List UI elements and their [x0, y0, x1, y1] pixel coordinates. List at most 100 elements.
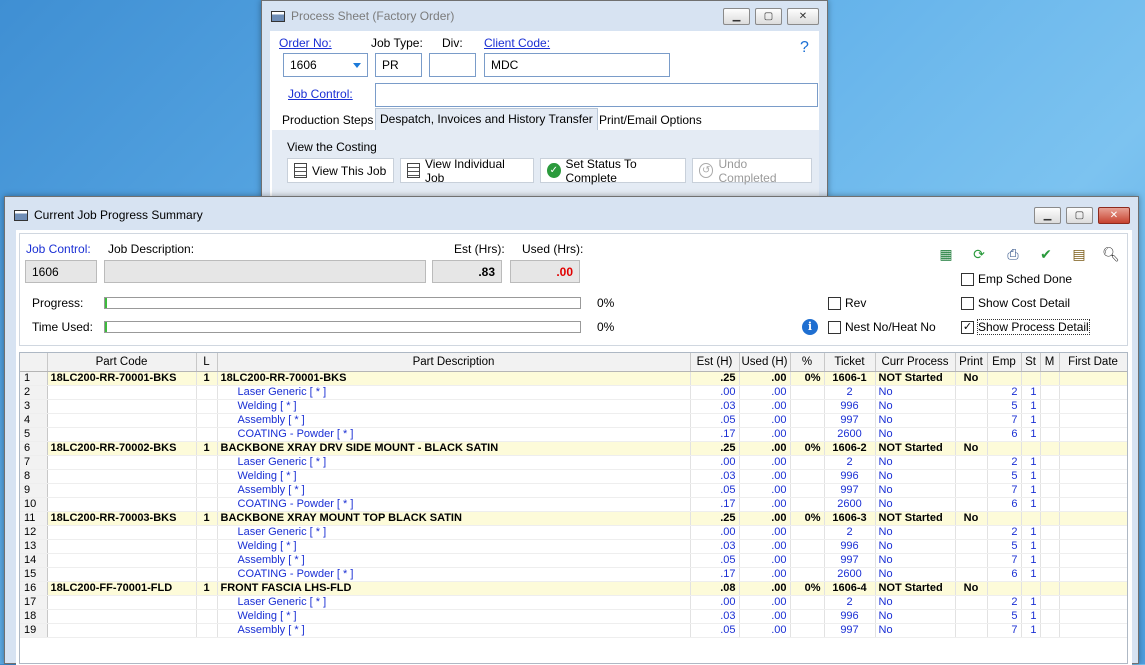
cell-used[interactable]: .00 [739, 399, 791, 414]
cell-l[interactable]: 1 [196, 371, 218, 386]
cell-l[interactable] [196, 525, 218, 540]
cell-used[interactable]: .00 [739, 567, 791, 582]
cell-part-code[interactable]: 18LC200-RR-70002-BKS [47, 441, 197, 456]
cell-st[interactable]: 1 [1021, 525, 1041, 540]
cell-m[interactable] [1040, 623, 1060, 638]
cell-percent[interactable]: 0% [790, 371, 825, 386]
table-row-process[interactable]: 15 COATING - Powder [ * ] .17.00 2600 No 6 1 [20, 567, 1127, 582]
cell-used[interactable]: .00 [739, 413, 791, 428]
table-row-process[interactable]: 9 Assembly [ * ] .05.00 997 No 7 1 [20, 483, 1127, 498]
cell-curr-process[interactable]: No [875, 497, 956, 512]
col-header-part-code[interactable]: Part Code [47, 353, 197, 372]
cell-st[interactable]: 1 [1021, 609, 1041, 624]
cell-part-description[interactable]: Welding [ * ] [217, 539, 691, 554]
tab-print-email[interactable]: Print/Email Options [595, 110, 706, 130]
cell-part-code[interactable]: 18LC200-FF-70001-FLD [47, 581, 197, 596]
cell-print[interactable] [955, 469, 988, 484]
cell-curr-process[interactable]: No [875, 553, 956, 568]
cell-first-date[interactable] [1059, 371, 1127, 386]
table-row-process[interactable]: 13 Welding [ * ] .03.00 996 No 5 1 [20, 539, 1127, 554]
cell-ticket[interactable]: 2 [824, 455, 876, 470]
cell-ticket[interactable]: 996 [824, 399, 876, 414]
cell-l[interactable] [196, 455, 218, 470]
view-individual-job-button[interactable]: View Individual Job [400, 157, 534, 185]
cell-ticket[interactable]: 996 [824, 539, 876, 554]
cell-m[interactable] [1040, 511, 1060, 526]
cell-used[interactable]: .00 [739, 469, 791, 484]
cell-l[interactable]: 1 [196, 511, 218, 526]
cell-curr-process[interactable]: NOT Started [875, 511, 956, 526]
col-header-l[interactable]: L [196, 353, 218, 372]
table-row-process[interactable]: 12 Laser Generic [ * ] .00.00 2 No 2 1 [20, 525, 1127, 540]
cell-used[interactable]: .00 [739, 371, 791, 386]
cell-part-description[interactable]: BACKBONE XRAY DRV SIDE MOUNT - BLACK SAT… [217, 441, 691, 456]
cell-emp[interactable] [987, 371, 1022, 386]
table-row-part[interactable]: 16 18LC200-FF-70001-FLD 1 FRONT FASCIA LHS-… [20, 581, 1127, 596]
cell-print[interactable] [955, 455, 988, 470]
cell-curr-process[interactable]: No [875, 595, 956, 610]
cell-emp[interactable]: 7 [987, 553, 1022, 568]
cell-emp[interactable]: 5 [987, 399, 1022, 414]
cell-est[interactable]: .00 [690, 525, 740, 540]
show-process-detail-checkbox[interactable]: ✓ Show Process Detail [961, 319, 1090, 335]
cell-first-date[interactable] [1059, 623, 1127, 638]
cell-est[interactable]: .17 [690, 567, 740, 582]
cell-ticket[interactable]: 996 [824, 609, 876, 624]
cell-emp[interactable]: 7 [987, 623, 1022, 638]
set-status-complete-button[interactable]: ✓ Set Status To Complete [540, 157, 686, 185]
cell-ticket[interactable]: 2600 [824, 567, 876, 582]
cell-part-code[interactable] [47, 385, 197, 400]
cell-percent[interactable] [790, 413, 825, 428]
cell-part-description[interactable]: Laser Generic [ * ] [217, 455, 691, 470]
table-row-process[interactable]: 17 Laser Generic [ * ] .00.00 2 No 2 1 [20, 595, 1127, 610]
job-progress-titlebar[interactable]: Current Job Progress Summary ▁ ▢ ✕ [5, 197, 1138, 233]
cell-print[interactable] [955, 427, 988, 442]
cell-emp[interactable]: 7 [987, 483, 1022, 498]
cell-used[interactable]: .00 [739, 581, 791, 596]
cell-m[interactable] [1040, 497, 1060, 512]
cell-percent[interactable] [790, 497, 825, 512]
cell-l[interactable] [196, 483, 218, 498]
cell-print[interactable]: No [955, 511, 988, 526]
cell-part-code[interactable] [47, 497, 197, 512]
cell-used[interactable]: .00 [739, 609, 791, 624]
cell-print[interactable]: No [955, 371, 988, 386]
emp-sched-checkbox-box[interactable] [961, 272, 974, 286]
cell-m[interactable] [1040, 553, 1060, 568]
cell-curr-process[interactable]: NOT Started [875, 441, 956, 456]
cell-first-date[interactable] [1059, 581, 1127, 596]
cell-percent[interactable]: 0% [790, 581, 825, 596]
cell-l[interactable] [196, 623, 218, 638]
cell-est[interactable]: .25 [690, 371, 740, 386]
cell-first-date[interactable] [1059, 385, 1127, 400]
cell-est[interactable]: .03 [690, 609, 740, 624]
cell-emp[interactable]: 5 [987, 539, 1022, 554]
cell-percent[interactable] [790, 623, 825, 638]
cell-part-code[interactable] [47, 483, 197, 498]
cell-part-code[interactable] [47, 427, 197, 442]
order-no-dropdown[interactable]: 1606 [283, 53, 368, 77]
job-control-field[interactable] [375, 83, 818, 107]
cell-part-description[interactable]: Assembly [ * ] [217, 413, 691, 428]
cell-percent[interactable] [790, 483, 825, 498]
cell-st[interactable]: 1 [1021, 399, 1041, 414]
cell-print[interactable]: No [955, 581, 988, 596]
cell-used[interactable]: .00 [739, 525, 791, 540]
cell-used[interactable]: .00 [739, 511, 791, 526]
cell-print[interactable] [955, 553, 988, 568]
cell-percent[interactable] [790, 385, 825, 400]
show-cost-checkbox-box[interactable] [961, 296, 974, 310]
cell-curr-process[interactable]: No [875, 469, 956, 484]
cell-emp[interactable] [987, 441, 1022, 456]
cell-emp[interactable]: 7 [987, 413, 1022, 428]
cell-part-code[interactable] [47, 539, 197, 554]
client-code-field[interactable]: MDC [484, 53, 670, 77]
cell-first-date[interactable] [1059, 427, 1127, 442]
cell-ticket[interactable]: 2 [824, 385, 876, 400]
cell-part-code[interactable]: 18LC200-RR-70001-BKS [47, 371, 197, 386]
show-cost-detail-checkbox[interactable]: Show Cost Detail [961, 296, 1070, 310]
cell-est[interactable]: .08 [690, 581, 740, 596]
report-icon[interactable]: ▤ [1070, 245, 1088, 263]
maximize-button[interactable]: ▢ [1066, 207, 1093, 224]
table-row-process[interactable]: 19 Assembly [ * ] .05.00 997 No 7 1 [20, 623, 1127, 638]
